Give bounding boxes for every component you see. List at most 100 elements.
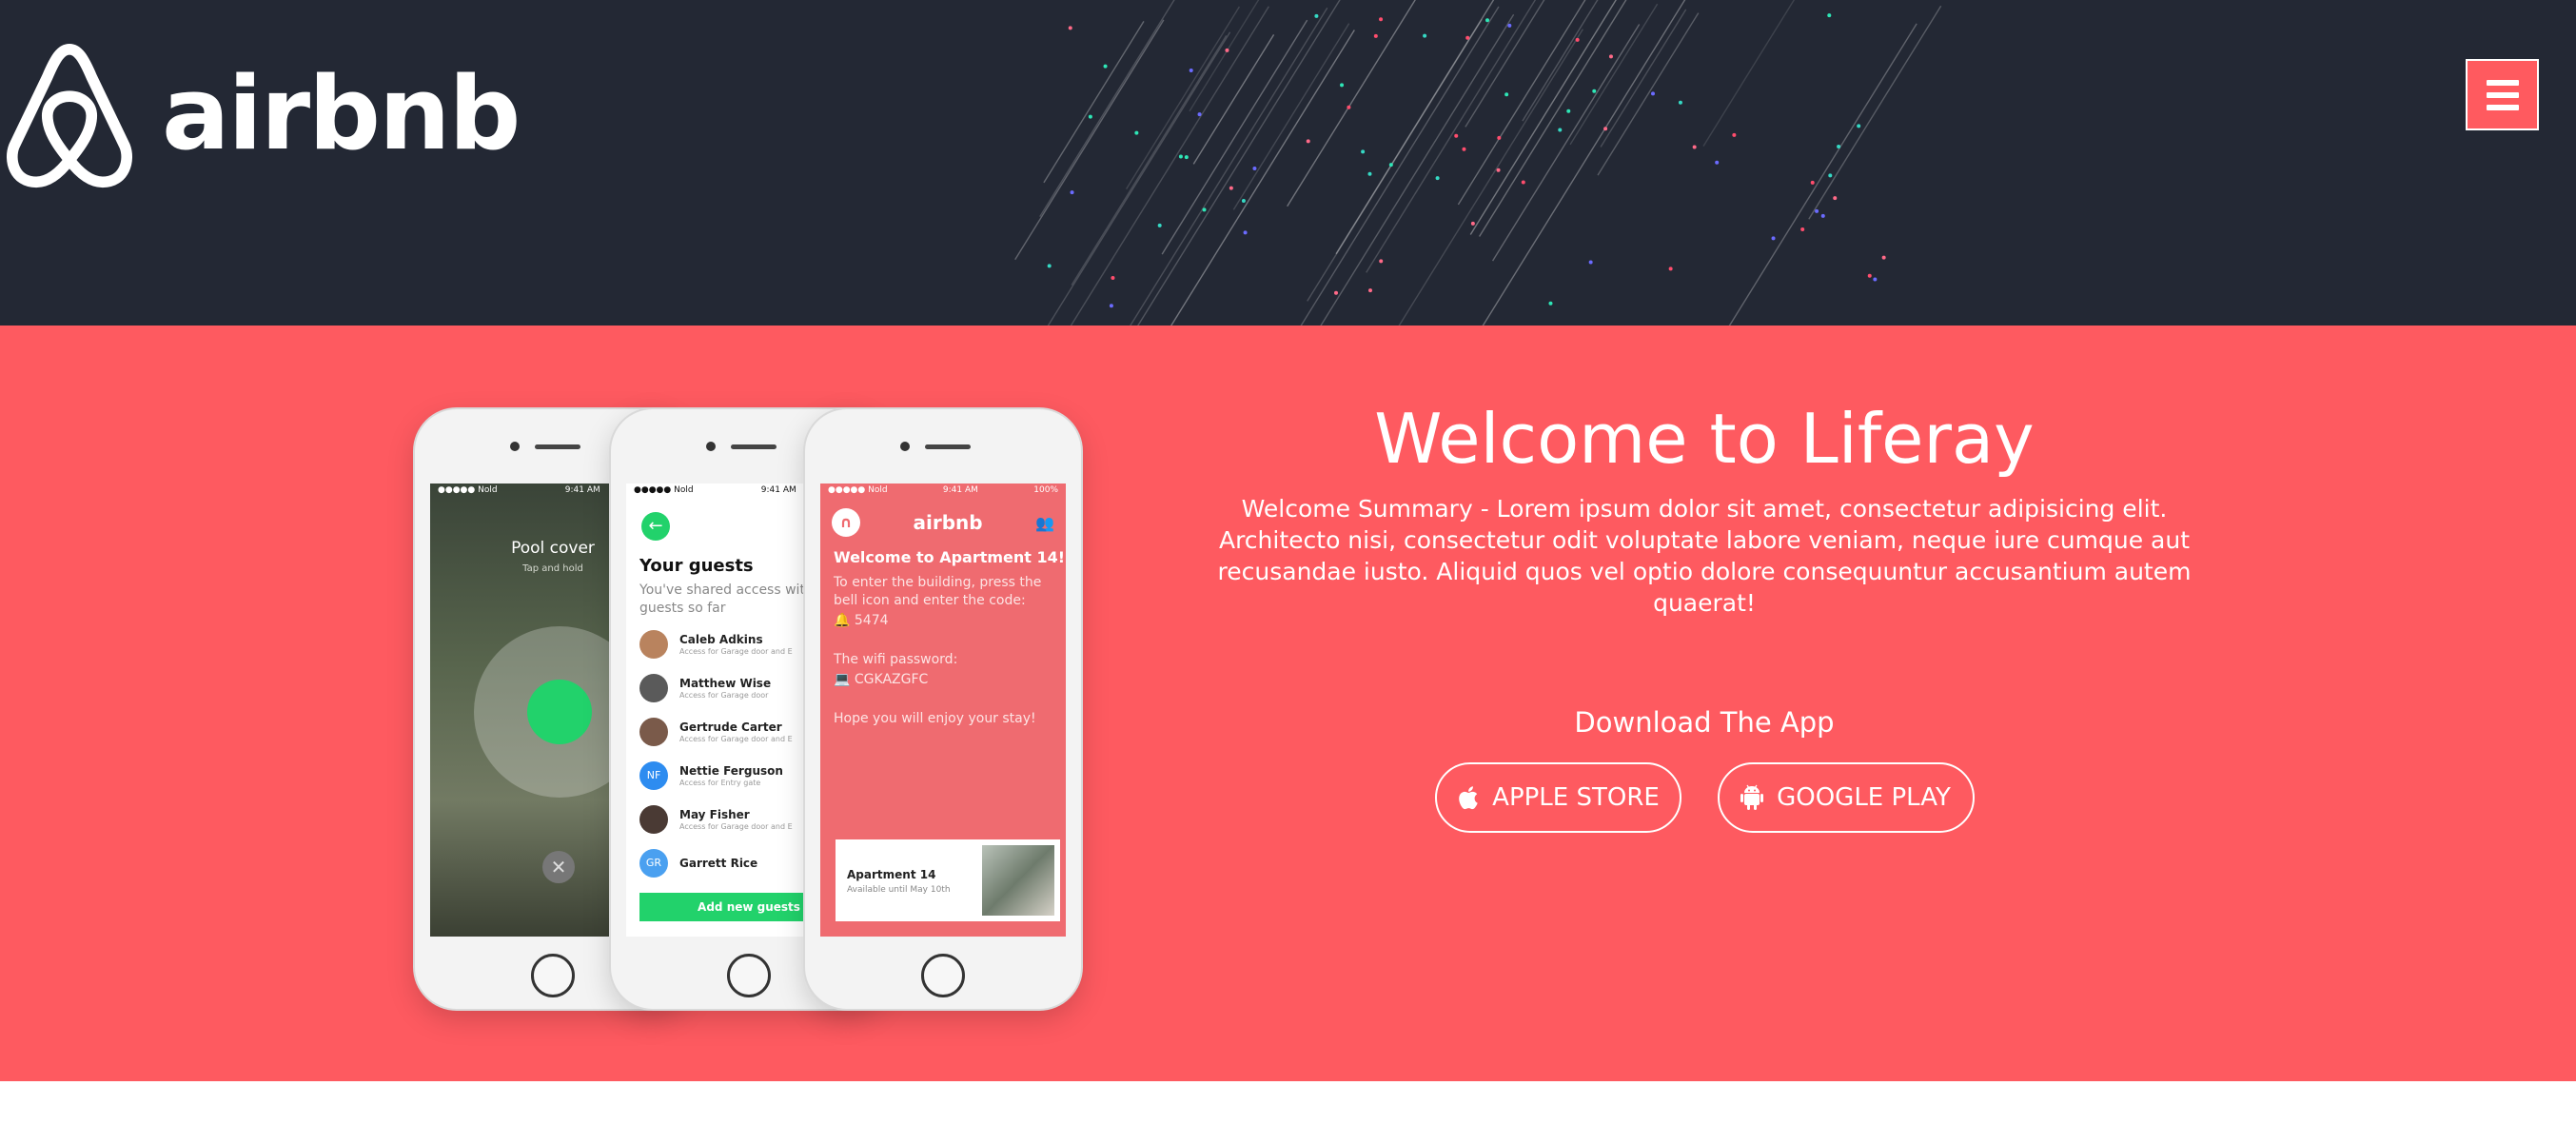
star-dot <box>1881 255 1886 260</box>
star-streak <box>1071 34 1228 286</box>
wifi-label: The wifi password: <box>834 652 958 667</box>
star-dot <box>1800 227 1805 231</box>
star-streak <box>1192 33 1275 165</box>
star-dot <box>1334 290 1339 295</box>
star-streak <box>1300 6 1500 326</box>
star-dot <box>1197 112 1202 117</box>
status-time: 9:41 AM <box>760 485 796 495</box>
avatar <box>639 630 668 659</box>
star-dot <box>1189 69 1193 73</box>
star-dot <box>1857 124 1861 128</box>
status-carrier: ●●●●● Nold <box>634 485 694 495</box>
star-dot <box>1678 100 1682 105</box>
guest-access: Access for Garage door <box>679 691 769 700</box>
home-button <box>727 954 771 997</box>
star-dot <box>1361 149 1366 154</box>
star-dot <box>1340 83 1345 88</box>
star-dot <box>1178 154 1183 159</box>
star-streak <box>1522 0 1599 122</box>
avatar <box>639 805 668 834</box>
star-streak <box>1702 0 1796 147</box>
site-header: airbnb <box>0 0 2576 326</box>
star-dot <box>1068 26 1072 30</box>
star-streak <box>1469 0 1617 235</box>
star-dot <box>1088 114 1092 119</box>
guest-name: May Fisher <box>679 808 750 821</box>
speaker-slot <box>535 444 580 449</box>
star-dot <box>1507 23 1512 28</box>
apartment-photo <box>982 845 1054 916</box>
star-dot <box>1603 127 1608 131</box>
star-streak <box>1014 19 1165 261</box>
star-streak <box>1307 18 1483 302</box>
star-dot <box>1732 132 1737 137</box>
download-heading: Download The App <box>1574 706 1835 739</box>
star-dot <box>1575 37 1580 42</box>
star-dot <box>1833 196 1838 201</box>
star-dot <box>1202 207 1207 212</box>
closing-message: Hope you will enjoy your stay! <box>834 711 1036 726</box>
apple-store-button[interactable]: APPLE STORE <box>1434 762 1681 833</box>
avatar: NF <box>639 761 668 790</box>
star-dot <box>1347 105 1351 109</box>
star-dot <box>1815 208 1819 213</box>
star-dot <box>1241 198 1246 203</box>
star-dot <box>1496 168 1501 172</box>
star-dot <box>1306 139 1310 144</box>
apartment-card-title: Apartment 14 <box>847 868 936 881</box>
camera-dot <box>900 442 910 451</box>
star-dot <box>1111 275 1115 280</box>
star-dot <box>1588 260 1593 265</box>
hero-content: Welcome to Liferay Welcome Summary - Lor… <box>1104 396 2305 833</box>
google-play-button[interactable]: GOOGLE PLAY <box>1717 762 1975 833</box>
close-icon: ✕ <box>542 851 575 883</box>
star-dot <box>1837 144 1841 148</box>
brand-name: airbnb <box>162 55 521 172</box>
star-streak <box>1597 12 1700 176</box>
star-dot <box>1771 236 1776 241</box>
star-dot <box>1379 259 1384 264</box>
star-dot <box>1566 109 1571 113</box>
star-dot <box>1715 160 1720 165</box>
guest-name: Nettie Ferguson <box>679 764 783 778</box>
star-dot <box>1485 18 1489 23</box>
hamburger-menu-icon <box>2486 79 2519 86</box>
welcome-apartment-title: Welcome to Apartment 14! <box>834 548 1066 566</box>
star-streak <box>1320 13 1515 326</box>
entry-instructions: To enter the building, press the bell ic… <box>834 575 1042 608</box>
profile-icon: ∩ <box>832 508 860 537</box>
hamburger-menu-icon <box>2486 91 2519 98</box>
star-dot <box>1225 48 1229 52</box>
star-dot <box>1314 13 1319 18</box>
speaker-slot <box>731 444 777 449</box>
hold-button <box>527 680 592 744</box>
avatar <box>639 674 668 702</box>
camera-dot <box>510 442 520 451</box>
page-title: Welcome to Liferay <box>1374 399 2035 479</box>
guest-name: Gertrude Carter <box>679 720 782 734</box>
hamburger-menu-button[interactable] <box>2466 59 2539 130</box>
star-streak <box>1478 0 1627 237</box>
app-phone-mockups: ●●●●● Nold 9:41 AM Pool cover Tap and ho… <box>415 409 1096 1009</box>
star-dot <box>1592 89 1597 93</box>
entry-code: 🔔 5474 <box>834 612 1052 630</box>
star-streak <box>1170 30 1355 326</box>
apple-store-label: APPLE STORE <box>1492 783 1660 812</box>
star-dot <box>1103 64 1108 69</box>
airbnb-belo-icon <box>7 44 132 188</box>
star-streak <box>1728 23 1917 326</box>
star-dot <box>1867 273 1872 278</box>
apartment-card: Apartment 14 Available until May 10th <box>836 839 1060 921</box>
star-dot <box>1134 130 1139 135</box>
star-dot <box>1368 288 1372 293</box>
star-dot <box>1470 221 1475 226</box>
apple-icon <box>1459 786 1478 810</box>
airbnb-logo[interactable]: airbnb <box>0 44 521 190</box>
star-dot <box>1521 180 1525 185</box>
guest-access: Access for Entry gate <box>679 779 761 787</box>
star-dot <box>1462 147 1466 151</box>
status-carrier: ●●●●● Nold <box>828 485 888 495</box>
app-brand: airbnb <box>913 511 983 534</box>
star-dot <box>1229 186 1233 190</box>
avatar <box>639 718 668 746</box>
